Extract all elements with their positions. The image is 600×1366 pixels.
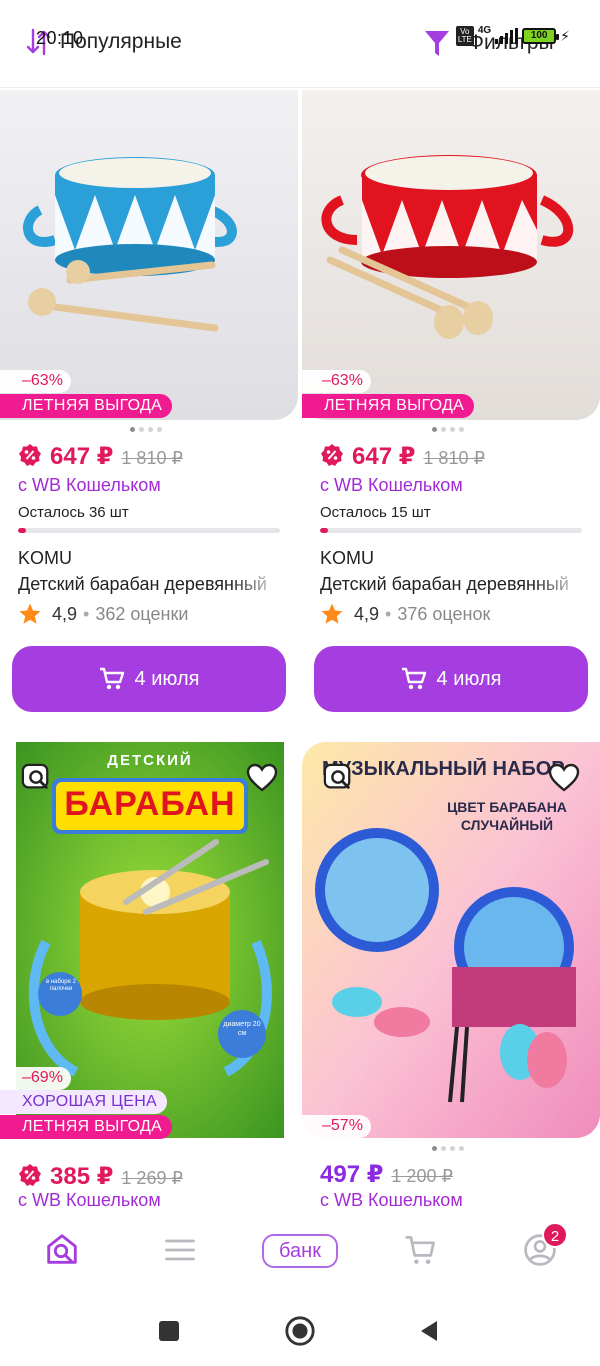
image-pager (432, 427, 464, 432)
charging-icon: ⚡ (560, 27, 570, 44)
old-price: 1 200 ₽ (391, 1166, 453, 1186)
recents-button[interactable] (152, 1314, 186, 1348)
image-note-diameter: диаметр 20 см (223, 1021, 261, 1037)
system-navigation (0, 1298, 600, 1366)
discount-badge: –57% (302, 1115, 371, 1138)
separator-dot: • (83, 603, 90, 624)
separator-dot: • (385, 603, 392, 624)
heart-icon (246, 763, 278, 792)
discount-badge: –63% (0, 370, 71, 393)
network-type: 4G (477, 24, 492, 36)
stock-bar (18, 528, 280, 533)
top-bar: Популярные 20:10 Фильтры Vo LTE 4G 100 ⚡ (0, 0, 600, 88)
stock-bar (320, 528, 582, 533)
wallet-discount-icon (321, 444, 343, 466)
image-note-sticks: в наборе 2 палочки (46, 979, 76, 992)
back-button[interactable] (412, 1314, 446, 1348)
image-title-text: БАРАБАН (64, 785, 236, 823)
image-sub-text: ЦВЕТ БАРАБАНА СЛУЧАЙНЫЙ (447, 799, 567, 833)
wallet-discount-icon (19, 444, 41, 466)
image-search-icon (21, 763, 49, 789)
price: 647 ₽ (50, 443, 114, 470)
brand: KOMU (320, 548, 374, 568)
image-pager (432, 1146, 464, 1151)
menu-icon (165, 1239, 195, 1261)
filter-icon (425, 31, 449, 56)
heart-icon (548, 763, 580, 792)
battery-icon: 100 (522, 28, 560, 44)
image-top-text: ДЕТСКИЙ (107, 752, 193, 769)
price: 497 ₽ (320, 1161, 384, 1188)
product-image[interactable]: МУЗЫКАЛЬНЫЙ НАБОР ЦВЕТ БАРАБАНА СЛУЧАЙНЫ… (302, 742, 600, 1138)
product-card[interactable]: –63% ЛЕТНЯЯ ВЫГОДА 647 ₽ 1 810 ₽ с WB Ко… (302, 90, 600, 730)
wallet-discount-icon (19, 1164, 41, 1186)
stock-text: Осталось 36 шт (18, 504, 129, 521)
nav-cart[interactable] (396, 1226, 444, 1274)
home-button[interactable] (283, 1314, 317, 1348)
circle-icon (285, 1316, 315, 1346)
similar-search-button[interactable] (322, 762, 354, 794)
old-price: 1 810 ₽ (121, 448, 183, 468)
favorite-button[interactable] (246, 762, 278, 794)
promo-badge: ЛЕТНЯЯ ВЫГОДА (0, 1115, 173, 1139)
price-row: 647 ₽ 1 810 ₽ (320, 440, 485, 471)
image-pager (130, 427, 162, 432)
cart-icon (401, 667, 426, 690)
nav-home[interactable] (38, 1226, 86, 1274)
star-icon (19, 603, 41, 624)
status-icons: Vo LTE 4G 100 ⚡ (455, 24, 570, 46)
wallet-text: с WB Кошельком (18, 475, 161, 495)
bottom-navigation: банк 2 (0, 1206, 600, 1298)
price: 647 ₽ (352, 443, 416, 470)
price-row: 497 ₽ 1 200 ₽ (320, 1160, 453, 1189)
nav-bank[interactable]: банк (262, 1234, 338, 1268)
signal-icon (495, 28, 519, 44)
stock-text: Осталось 15 шт (320, 504, 431, 521)
product-title[interactable]: Детский барабан деревянный (320, 574, 586, 595)
product-card[interactable]: МУЗЫКАЛЬНЫЙ НАБОР ЦВЕТ БАРАБАНА СЛУЧАЙНЫ… (302, 742, 600, 1210)
old-price: 1 810 ₽ (423, 448, 485, 468)
nav-catalog[interactable] (156, 1226, 204, 1274)
good-price-badge: ХОРОШАЯ ЦЕНА (0, 1090, 168, 1114)
price-row: 385 ₽ 1 269 ₽ (18, 1160, 183, 1191)
back-triangle-icon (421, 1321, 437, 1341)
delivery-date: 4 июля (134, 667, 200, 690)
discount-badge: –63% (302, 370, 371, 393)
square-icon (159, 1321, 179, 1341)
reviews-count: 376 оценок (397, 603, 491, 624)
price-row: 647 ₽ 1 810 ₽ (18, 440, 183, 471)
volte-indicator: Vo LTE (455, 26, 474, 46)
delivery-date: 4 июля (436, 667, 502, 690)
product-card[interactable]: –63% ЛЕТНЯЯ ВЫГОДА 647 ₽ 1 810 ₽ с WB Ко… (0, 90, 300, 730)
rating-value: 4,9 (52, 603, 78, 624)
promo-badge: ЛЕТНЯЯ ВЫГОДА (0, 394, 173, 418)
product-title[interactable]: Детский барабан деревянный (18, 574, 284, 595)
star-icon (321, 603, 343, 624)
favorite-button[interactable] (548, 762, 580, 794)
image-top-text: МУЗЫКАЛЬНЫЙ НАБОР (322, 758, 565, 780)
promo-badge: ЛЕТНЯЯ ВЫГОДА (302, 394, 475, 418)
app-screen: Популярные 20:10 Фильтры Vo LTE 4G 100 ⚡ (0, 0, 600, 1366)
image-search-icon (323, 763, 351, 789)
brand: KOMU (18, 548, 72, 568)
rating-value: 4,9 (354, 603, 380, 624)
wallet-text: с WB Кошельком (320, 475, 463, 495)
reviews-count: 362 оценки (95, 603, 189, 624)
price: 385 ₽ (50, 1163, 114, 1190)
old-price: 1 269 ₽ (121, 1168, 183, 1188)
cart-icon (99, 667, 124, 690)
add-to-cart-button[interactable]: 4 июля (314, 646, 588, 712)
home-search-icon (47, 1234, 77, 1264)
similar-search-button[interactable] (20, 762, 52, 794)
product-card[interactable]: ДЕТСКИЙ БАРАБАН в наборе 2 палочки диаме… (0, 742, 300, 1210)
rating-row: 4,9 • 376 оценок (320, 602, 490, 626)
add-to-cart-button[interactable]: 4 июля (12, 646, 286, 712)
rating-row: 4,9 • 362 оценки (18, 602, 188, 626)
profile-badge: 2 (542, 1222, 568, 1248)
discount-badge: –69% (0, 1067, 71, 1090)
cart-icon (405, 1236, 435, 1264)
status-time: 20:10 (36, 28, 84, 48)
